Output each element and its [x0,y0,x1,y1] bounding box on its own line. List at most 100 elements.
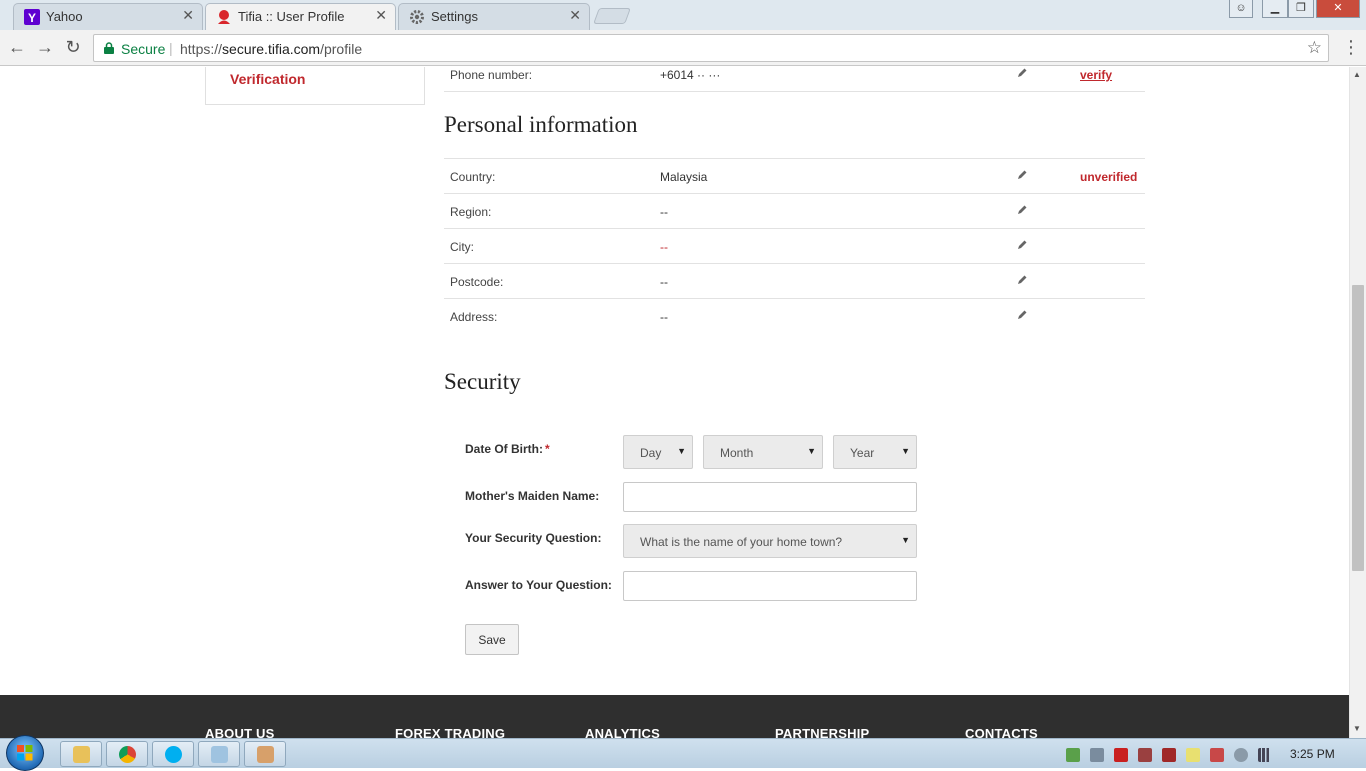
tab-yahoo[interactable]: Y Yahoo ✕ [13,3,203,30]
table-row: Address: -- [444,299,1145,334]
address-bar[interactable]: Secure | https://secure.tifia.com/profil… [93,34,1329,62]
volume-icon[interactable] [1090,748,1104,762]
app-tray-icon[interactable] [1162,748,1176,762]
phone-number-row: Phone number: +6014 ·· ··· verify [444,67,1145,92]
region-label: Region: [450,205,492,219]
save-button[interactable]: Save [465,624,519,655]
taskbar-file-explorer[interactable] [60,741,102,767]
tab-strip: Y Yahoo ✕ Tifia :: User Profile ✕ Settin… [0,0,1366,31]
new-tab-button[interactable] [593,8,631,24]
tab-tifia-user-profile[interactable]: Tifia :: User Profile ✕ [205,3,396,31]
skype-icon [165,746,182,763]
start-button[interactable] [6,735,44,771]
reload-icon[interactable]: ↻ [61,36,85,60]
address-label: Address: [450,310,498,324]
notepad-icon [211,746,228,763]
security-question-label: Your Security Question: [465,531,602,545]
maiden-name-input[interactable] [623,482,917,512]
network-warning-icon[interactable] [1210,748,1224,762]
forward-arrow-icon[interactable]: → [33,36,57,60]
security-shield-icon[interactable] [1066,748,1080,762]
postcode-label: Postcode: [450,275,504,289]
phone-number-label: Phone number: [450,68,533,82]
notes-tray-icon[interactable] [1186,748,1200,762]
restore-button[interactable]: ❐ [1288,0,1314,18]
acrobat-icon[interactable] [1114,748,1128,762]
postcode-value: -- [660,275,668,289]
profile-side-menu: Verification [205,67,425,105]
required-mark: * [545,442,550,456]
security-question-value: What is the name of your home town? [640,535,843,549]
user-profile-icon[interactable]: ☺ [1229,0,1253,18]
browser-menu-icon[interactable]: ⋮ [1342,36,1360,60]
pencil-icon[interactable] [1016,274,1028,286]
pencil-icon[interactable] [1016,67,1028,79]
footer-heading-contacts[interactable]: CONTACTS [965,726,1038,738]
chevron-down-icon: ▼ [807,446,816,456]
taskbar-clock[interactable]: 3:25 PM [1290,747,1335,761]
sidebar-item-verification[interactable]: Verification [230,71,305,87]
url-prefix: https:// [180,41,223,57]
phone-number-value: +6014 ·· ··· [660,68,721,82]
table-row: Postcode: -- [444,264,1145,299]
secure-label: Secure [121,41,166,57]
page-viewport: Verification Phone number: +6014 ·· ··· … [0,67,1349,738]
svg-text:Y: Y [28,11,36,25]
tab-title: Yahoo [46,9,83,24]
table-row: City: -- [444,229,1145,264]
scroll-down-arrow-icon[interactable]: ▼ [1353,724,1361,733]
verify-phone-link[interactable]: verify [1080,68,1112,82]
pencil-icon[interactable] [1016,204,1028,216]
close-window-button[interactable]: ✕ [1316,0,1360,18]
footer-heading-partnership[interactable]: PARTNERSHIP [775,726,869,738]
page-scrollbar[interactable]: ▲ ▼ [1349,67,1366,738]
minimize-button[interactable]: ▁ [1262,0,1288,18]
scrollbar-thumb[interactable] [1352,285,1364,571]
tab-settings[interactable]: Settings ✕ [398,3,590,30]
maiden-name-label: Mother's Maiden Name: [465,489,600,503]
taskbar-chrome[interactable] [106,741,148,767]
security-question-select[interactable]: What is the name of your home town? ▼ [623,524,917,558]
close-icon[interactable]: ✕ [375,7,387,24]
close-icon[interactable]: ✕ [569,7,581,24]
windows-taskbar: 3:25 PM [0,735,1366,771]
close-icon[interactable]: ✕ [182,7,194,24]
dob-month-select[interactable]: Month ▼ [703,435,823,469]
footer-heading-about-us[interactable]: ABOUT US [205,726,275,738]
footer-heading-forex-trading[interactable]: FOREX TRADING [395,726,505,738]
month-select-value: Month [720,446,754,460]
url-text: https://secure.tifia.com/profile [180,41,362,57]
taskbar-paint[interactable] [244,741,286,767]
city-value: -- [660,240,668,254]
dob-day-select[interactable]: Day ▼ [623,435,693,469]
address-separator: | [169,40,173,56]
status-badge: unverified [1080,170,1138,184]
day-select-value: Day [640,446,662,460]
dob-year-select[interactable]: Year ▼ [833,435,917,469]
tifia-icon [218,10,230,24]
windows-logo-icon [17,745,33,761]
chrome-icon [119,746,136,763]
speaker-muted-icon[interactable] [1138,748,1152,762]
chevron-down-icon: ▼ [901,535,910,545]
signal-strength-icon[interactable] [1258,748,1272,762]
dob-label-text: Date Of Birth: [465,442,543,456]
footer-heading-analytics[interactable]: ANALYTICS [585,726,660,738]
pencil-icon[interactable] [1016,169,1028,181]
site-footer: ABOUT US FOREX TRADING ANALYTICS PARTNER… [0,695,1349,738]
scroll-up-arrow-icon[interactable]: ▲ [1353,70,1361,79]
taskbar-skype[interactable] [152,741,194,767]
bookmark-star-icon[interactable]: ☆ [1307,38,1322,58]
messenger-icon[interactable] [1234,748,1248,762]
chevron-down-icon: ▼ [677,446,686,456]
back-arrow-icon[interactable]: ← [5,36,29,60]
pencil-icon[interactable] [1016,239,1028,251]
personal-information-title: Personal information [444,112,638,137]
answer-input[interactable] [623,571,917,601]
lock-icon [104,42,114,54]
taskbar-notepad[interactable] [198,741,240,767]
country-label: Country: [450,170,496,184]
table-row: Country: Malaysia unverified [444,159,1145,194]
pencil-icon[interactable] [1016,309,1028,321]
dob-label: Date Of Birth: * [465,442,550,456]
